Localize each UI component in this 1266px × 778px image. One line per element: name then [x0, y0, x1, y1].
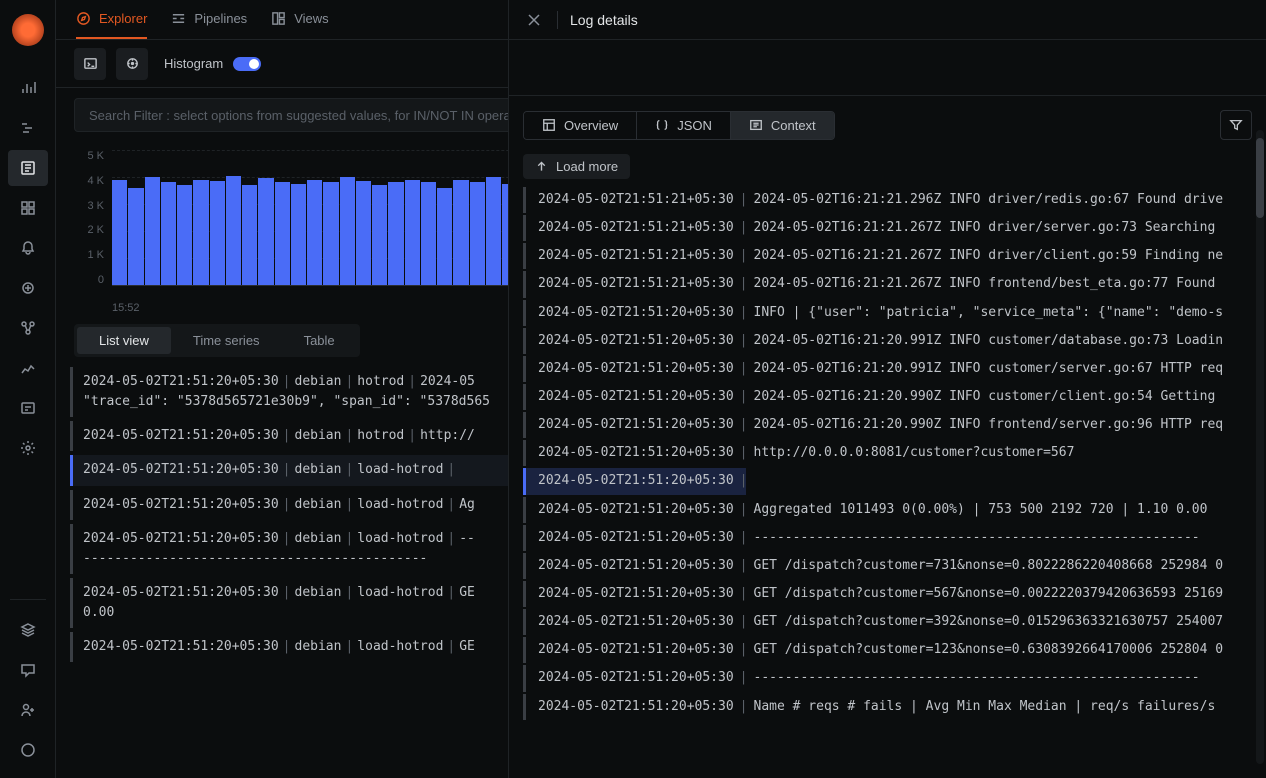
context-row[interactable]: 2024-05-02T21:51:20+05:30|Name # reqs # …: [523, 694, 1252, 720]
tab-pipelines[interactable]: Pipelines: [171, 0, 247, 39]
nav-settings-icon[interactable]: [8, 430, 48, 466]
context-row[interactable]: 2024-05-02T21:51:21+05:30|2024-05-02T16:…: [523, 271, 1252, 297]
nav-exceptions-icon[interactable]: [8, 270, 48, 306]
details-subheader: [509, 40, 1266, 96]
context-row[interactable]: 2024-05-02T21:51:20+05:30|GET /dispatch?…: [523, 609, 1252, 635]
nav-logs-icon[interactable]: [8, 150, 48, 186]
query-builder-button[interactable]: [74, 48, 106, 80]
left-nav-rail: [0, 0, 56, 778]
histogram-toggle: Histogram: [164, 56, 261, 71]
context-row[interactable]: 2024-05-02T21:51:20+05:30|2024-05-02T16:…: [523, 412, 1252, 438]
tab-explorer[interactable]: Explorer: [76, 0, 147, 39]
context-row[interactable]: 2024-05-02T21:51:20+05:30|--------------…: [523, 665, 1252, 691]
clickhouse-button[interactable]: [116, 48, 148, 80]
nav-services-icon[interactable]: [8, 310, 48, 346]
nav-help-icon[interactable]: [8, 732, 48, 768]
nav-metrics-icon[interactable]: [8, 70, 48, 106]
context-row[interactable]: 2024-05-02T21:51:20+05:30|2024-05-02T16:…: [523, 384, 1252, 410]
context-row[interactable]: 2024-05-02T21:51:21+05:30|2024-05-02T16:…: [523, 243, 1252, 269]
nav-alerts-icon[interactable]: [8, 230, 48, 266]
context-row[interactable]: 2024-05-02T21:51:20+05:30|INFO | {"user"…: [523, 300, 1252, 326]
context-row[interactable]: 2024-05-02T21:51:20+05:30|2024-05-02T16:…: [523, 356, 1252, 382]
divider: [557, 11, 558, 29]
context-row[interactable]: 2024-05-02T21:51:20+05:30|GET /dispatch?…: [523, 553, 1252, 579]
viewmode-table[interactable]: Table: [282, 327, 357, 354]
scrollbar-thumb[interactable]: [1256, 138, 1264, 218]
tab-pipelines-label: Pipelines: [194, 11, 247, 26]
tab-explorer-label: Explorer: [99, 11, 147, 26]
nav-billing-icon[interactable]: [8, 390, 48, 426]
nav-invite-icon[interactable]: [8, 692, 48, 728]
context-row[interactable]: 2024-05-02T21:51:20+05:30|2024-05-02T16:…: [523, 328, 1252, 354]
histogram-switch[interactable]: [233, 57, 261, 71]
nav-divider: [10, 599, 46, 600]
context-row[interactable]: 2024-05-02T21:51:21+05:30|2024-05-02T16:…: [523, 215, 1252, 241]
viewmode-timeseries[interactable]: Time series: [171, 327, 282, 354]
chart-y-axis: 5 K4 K3 K2 K1 K0: [74, 150, 104, 286]
details-title: Log details: [570, 12, 638, 28]
nav-traces-icon[interactable]: [8, 110, 48, 146]
context-row[interactable]: 2024-05-02T21:51:21+05:30|2024-05-02T16:…: [523, 187, 1252, 213]
nav-chat-icon[interactable]: [8, 652, 48, 688]
context-row[interactable]: 2024-05-02T21:51:20+05:30|http://0.0.0.0…: [523, 440, 1252, 466]
close-icon[interactable]: [523, 9, 545, 31]
load-more-row: Load more: [509, 154, 1266, 187]
context-list[interactable]: 2024-05-02T21:51:21+05:30|2024-05-02T16:…: [509, 187, 1266, 778]
details-controls: Overview JSON Context: [509, 96, 1266, 154]
app-logo[interactable]: [12, 14, 44, 46]
nav-dashboards-icon[interactable]: [8, 190, 48, 226]
context-row[interactable]: 2024-05-02T21:51:20+05:30|GET /dispatch?…: [523, 637, 1252, 663]
details-header: Log details: [509, 0, 1266, 40]
log-details-panel: Log details Overview JSON Context: [508, 0, 1266, 778]
viewmode-tabs: List view Time series Table: [74, 324, 360, 357]
scrollbar[interactable]: [1256, 130, 1264, 764]
context-row[interactable]: 2024-05-02T21:51:20+05:30|Aggregated 101…: [523, 497, 1252, 523]
context-row[interactable]: 2024-05-02T21:51:20+05:30|--------------…: [523, 525, 1252, 551]
filter-button[interactable]: [1220, 110, 1252, 140]
details-seg-tabs: Overview JSON Context: [523, 111, 835, 140]
histogram-label: Histogram: [164, 56, 223, 71]
tab-views-label: Views: [294, 11, 328, 26]
nav-layers-icon[interactable]: [8, 612, 48, 648]
seg-tab-context[interactable]: Context: [731, 112, 834, 139]
seg-tab-json[interactable]: JSON: [637, 112, 731, 139]
context-row[interactable]: 2024-05-02T21:51:20+05:30|GET /dispatch?…: [523, 581, 1252, 607]
seg-tab-overview[interactable]: Overview: [524, 112, 637, 139]
nav-usage-icon[interactable]: [8, 350, 48, 386]
load-more-button[interactable]: Load more: [523, 154, 630, 179]
tab-views[interactable]: Views: [271, 0, 328, 39]
viewmode-list[interactable]: List view: [77, 327, 171, 354]
context-row[interactable]: 2024-05-02T21:51:20+05:30|: [523, 468, 1252, 494]
